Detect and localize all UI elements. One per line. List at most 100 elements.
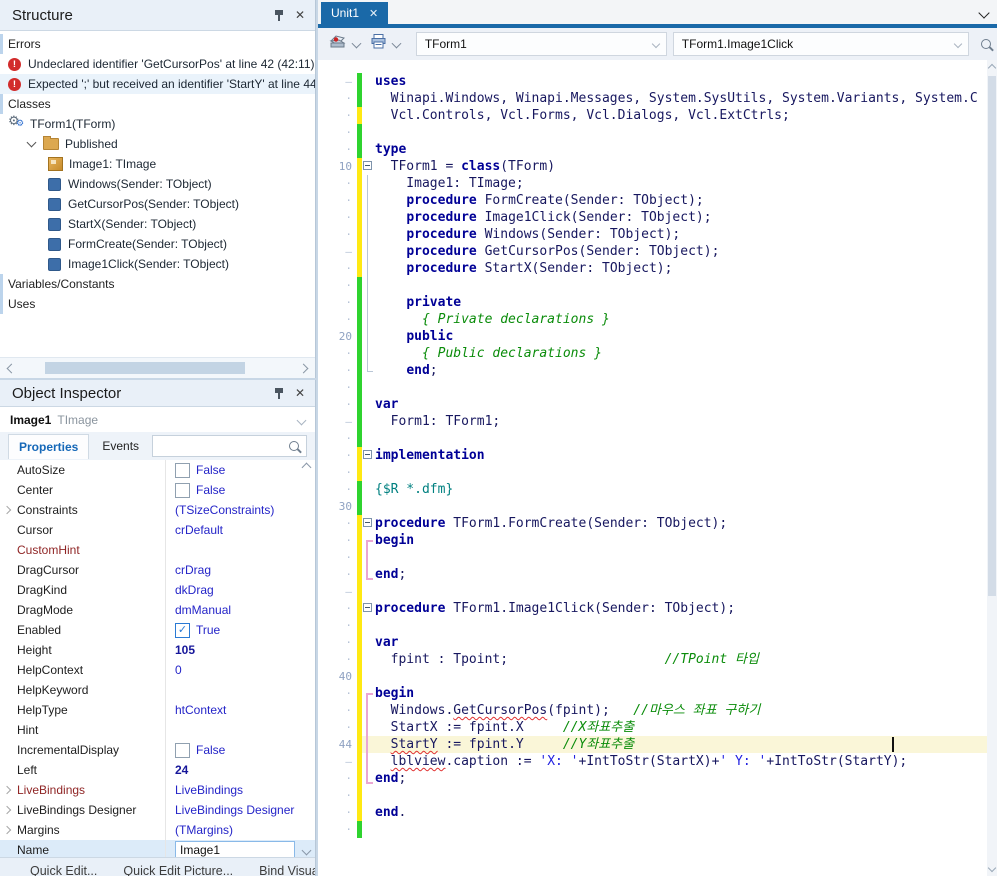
fold-box-icon[interactable] xyxy=(362,600,375,617)
code-line-body[interactable] xyxy=(362,821,987,838)
chevron-expanded-icon[interactable] xyxy=(27,138,37,148)
expand-chevron-icon[interactable] xyxy=(3,826,11,834)
gutter-line-number[interactable]: · xyxy=(318,685,357,702)
code-line-body[interactable]: end; xyxy=(362,362,987,379)
code-text[interactable]: uses xyxy=(375,73,406,90)
close-icon[interactable]: ✕ xyxy=(295,387,305,399)
gutter-line-number[interactable]: · xyxy=(318,787,357,804)
prop-row[interactable]: Hint xyxy=(0,720,315,740)
pin-icon[interactable] xyxy=(274,387,285,399)
code-text[interactable]: lblview.caption := 'X: '+IntToStr(StartX… xyxy=(375,753,907,770)
prop-value-cell[interactable]: 0 xyxy=(165,660,315,680)
gutter-line-number[interactable]: – xyxy=(318,413,357,430)
code-text[interactable]: implementation xyxy=(375,447,485,464)
code-line[interactable]: – procedure GetCursorPos(Sender: TObject… xyxy=(318,243,987,260)
prop-value-cell[interactable]: crDefault xyxy=(165,520,315,540)
prop-value-cell[interactable]: dmManual xyxy=(165,600,315,620)
scroll-down-icon[interactable] xyxy=(988,864,996,872)
code-line-body[interactable]: procedure TForm1.FormCreate(Sender: TObj… xyxy=(362,515,987,532)
gutter-line-number[interactable]: · xyxy=(318,124,357,141)
code-line[interactable]: · { Public declarations } xyxy=(318,345,987,362)
gutter-line-number[interactable]: · xyxy=(318,209,357,226)
code-line[interactable]: · implementation xyxy=(318,447,987,464)
code-line-body[interactable] xyxy=(362,787,987,804)
code-line-body[interactable]: procedure TForm1.Image1Click(Sender: TOb… xyxy=(362,600,987,617)
code-line[interactable]: · xyxy=(318,787,987,804)
gutter-line-number[interactable]: · xyxy=(318,804,357,821)
checkbox-icon[interactable] xyxy=(175,483,190,498)
tab-events[interactable]: Events xyxy=(89,434,152,458)
code-line[interactable]: ·end; xyxy=(318,566,987,583)
prop-row[interactable]: HelpKeyword xyxy=(0,680,315,700)
code-line[interactable]: · xyxy=(318,464,987,481)
tab-list-chevron-icon[interactable] xyxy=(978,7,989,18)
code-line[interactable]: ·type xyxy=(318,141,987,158)
code-line[interactable]: – xyxy=(318,583,987,600)
gutter-line-number[interactable]: · xyxy=(318,617,357,634)
structure-section[interactable]: Variables/Constants xyxy=(0,274,315,294)
gutter-line-number[interactable]: · xyxy=(318,362,357,379)
code-area[interactable]: – uses · Winapi.Windows, Winapi.Messages, … xyxy=(318,60,987,876)
code-text[interactable]: TForm1 = class(TForm) xyxy=(375,158,555,175)
checkbox-icon[interactable] xyxy=(175,463,190,478)
quick-edit-link[interactable]: Quick Edit... xyxy=(30,864,97,876)
gutter-line-number[interactable]: · xyxy=(318,447,357,464)
code-line-body[interactable]: Winapi.Windows, Winapi.Messages, System.… xyxy=(362,90,987,107)
prop-value-cell[interactable] xyxy=(165,680,315,700)
code-line[interactable]: · procedure StartX(Sender: TObject); xyxy=(318,260,987,277)
code-line-body[interactable]: procedure Image1Click(Sender: TObject); xyxy=(362,209,987,226)
prop-row[interactable]: DragKinddkDrag xyxy=(0,580,315,600)
gutter-line-number[interactable]: · xyxy=(318,651,357,668)
gutter-line-number[interactable]: · xyxy=(318,549,357,566)
scroll-right-icon[interactable] xyxy=(299,364,309,374)
prop-value-cell[interactable]: False xyxy=(165,480,315,500)
expand-chevron-icon[interactable] xyxy=(3,806,11,814)
fold-box-icon[interactable] xyxy=(362,515,375,532)
code-text[interactable]: end. xyxy=(375,804,406,821)
code-text[interactable]: public xyxy=(375,328,453,345)
code-text[interactable]: procedure TForm1.FormCreate(Sender: TObj… xyxy=(375,515,727,532)
code-line-body[interactable]: procedure GetCursorPos(Sender: TObject); xyxy=(362,243,987,260)
structure-section[interactable]: Errors xyxy=(0,34,315,54)
prop-value-cell[interactable] xyxy=(165,720,315,740)
prop-row[interactable]: Height105 xyxy=(0,640,315,660)
method-selector-combo[interactable]: TForm1.Image1Click xyxy=(673,32,969,56)
code-line-body[interactable]: Image1: TImage; xyxy=(362,175,987,192)
prop-row[interactable]: LiveBindings DesignerLiveBindings Design… xyxy=(0,800,315,820)
code-line-body[interactable] xyxy=(362,668,987,685)
code-line-body[interactable] xyxy=(362,379,987,396)
code-text[interactable]: procedure Windows(Sender: TObject); xyxy=(375,226,680,243)
module-icon[interactable] xyxy=(328,33,347,55)
tree-item[interactable]: FormCreate(Sender: TObject) xyxy=(0,234,315,254)
structure-hscrollbar[interactable] xyxy=(0,357,315,378)
gutter-line-number[interactable]: · xyxy=(318,464,357,481)
gutter-line-number[interactable]: · xyxy=(318,311,357,328)
gutter-line-number[interactable]: · xyxy=(318,532,357,549)
code-line[interactable]: – Form1: TForm1; xyxy=(318,413,987,430)
tab-unit1[interactable]: Unit1 ✕ xyxy=(321,2,388,24)
code-line-body[interactable] xyxy=(362,464,987,481)
gutter-line-number[interactable]: · xyxy=(318,90,357,107)
gutter-line-number[interactable]: · xyxy=(318,294,357,311)
checkbox-icon[interactable]: ✓ xyxy=(175,623,190,638)
code-text[interactable]: Windows.GetCursorPos(fpint); //마우스 좌표 구하… xyxy=(375,702,760,719)
code-line[interactable]: · procedure Image1Click(Sender: TObject)… xyxy=(318,209,987,226)
code-line-body[interactable]: end. xyxy=(362,804,987,821)
fold-box-icon[interactable] xyxy=(362,447,375,464)
vscroll-thumb[interactable] xyxy=(988,76,996,596)
code-line-body[interactable]: Vcl.Controls, Vcl.Forms, Vcl.Dialogs, Vc… xyxy=(362,107,987,124)
gutter-line-number[interactable]: · xyxy=(318,379,357,396)
code-line[interactable]: 44 StartY := fpint.Y //Y좌표추출 xyxy=(318,736,987,753)
code-line-body[interactable]: TForm1 = class(TForm) xyxy=(362,158,987,175)
code-line[interactable]: ·var xyxy=(318,396,987,413)
prop-row[interactable]: HelpContext0 xyxy=(0,660,315,680)
code-text[interactable]: end; xyxy=(375,566,406,583)
prop-row[interactable]: CustomHint xyxy=(0,540,315,560)
prop-value-cell[interactable]: (TSizeConstraints) xyxy=(165,500,315,520)
prop-row[interactable]: CursorcrDefault xyxy=(0,520,315,540)
code-line[interactable]: ·{$R *.dfm} xyxy=(318,481,987,498)
code-line[interactable]: ·procedure TForm1.FormCreate(Sender: TOb… xyxy=(318,515,987,532)
code-line[interactable]: · procedure Windows(Sender: TObject); xyxy=(318,226,987,243)
property-search-input[interactable] xyxy=(152,435,307,457)
gutter-line-number[interactable]: · xyxy=(318,600,357,617)
